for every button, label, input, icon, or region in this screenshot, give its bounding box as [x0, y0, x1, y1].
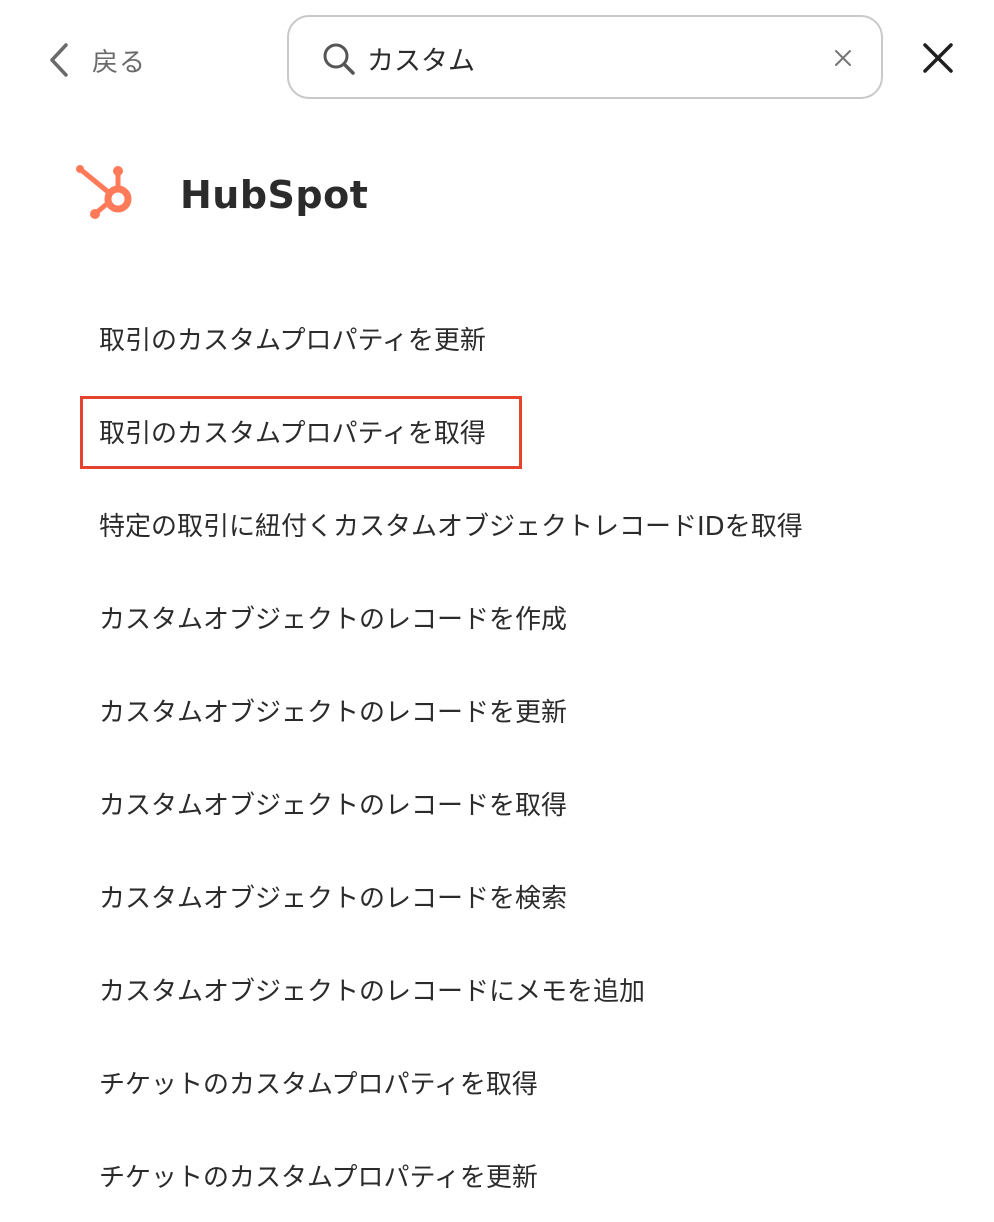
chevron-left-icon	[48, 42, 70, 78]
hubspot-logo-icon	[72, 161, 136, 229]
result-item[interactable]: カスタムオブジェクトのレコードを取得	[0, 757, 994, 850]
app-name: HubSpot	[180, 173, 369, 217]
search-box[interactable]	[287, 15, 883, 99]
result-list: 取引のカスタムプロパティを更新 取引のカスタムプロパティを取得 特定の取引に紐付…	[0, 292, 994, 1222]
result-item[interactable]: カスタムオブジェクトのレコードを検索	[0, 850, 994, 943]
result-item[interactable]: 取引のカスタムプロパティを更新	[0, 292, 994, 385]
search-input[interactable]	[367, 35, 807, 81]
close-icon[interactable]	[922, 42, 954, 78]
app-header: HubSpot	[72, 160, 368, 230]
result-item[interactable]: カスタムオブジェクトのレコードを作成	[0, 571, 994, 664]
clear-icon[interactable]	[833, 48, 853, 72]
result-item[interactable]: チケットのカスタムプロパティを更新	[0, 1129, 994, 1222]
result-item[interactable]: チケットのカスタムプロパティを取得	[0, 1036, 994, 1129]
result-item[interactable]: カスタムオブジェクトのレコードを更新	[0, 664, 994, 757]
back-label: 戻る	[92, 47, 147, 78]
search-icon	[321, 41, 357, 81]
result-item[interactable]: 特定の取引に紐付くカスタムオブジェクトレコードIDを取得	[0, 478, 994, 571]
result-item-highlighted[interactable]: 取引のカスタムプロパティを取得	[0, 385, 994, 478]
back-button[interactable]: 戻る	[48, 34, 146, 86]
result-item[interactable]: カスタムオブジェクトのレコードにメモを追加	[0, 943, 994, 1036]
